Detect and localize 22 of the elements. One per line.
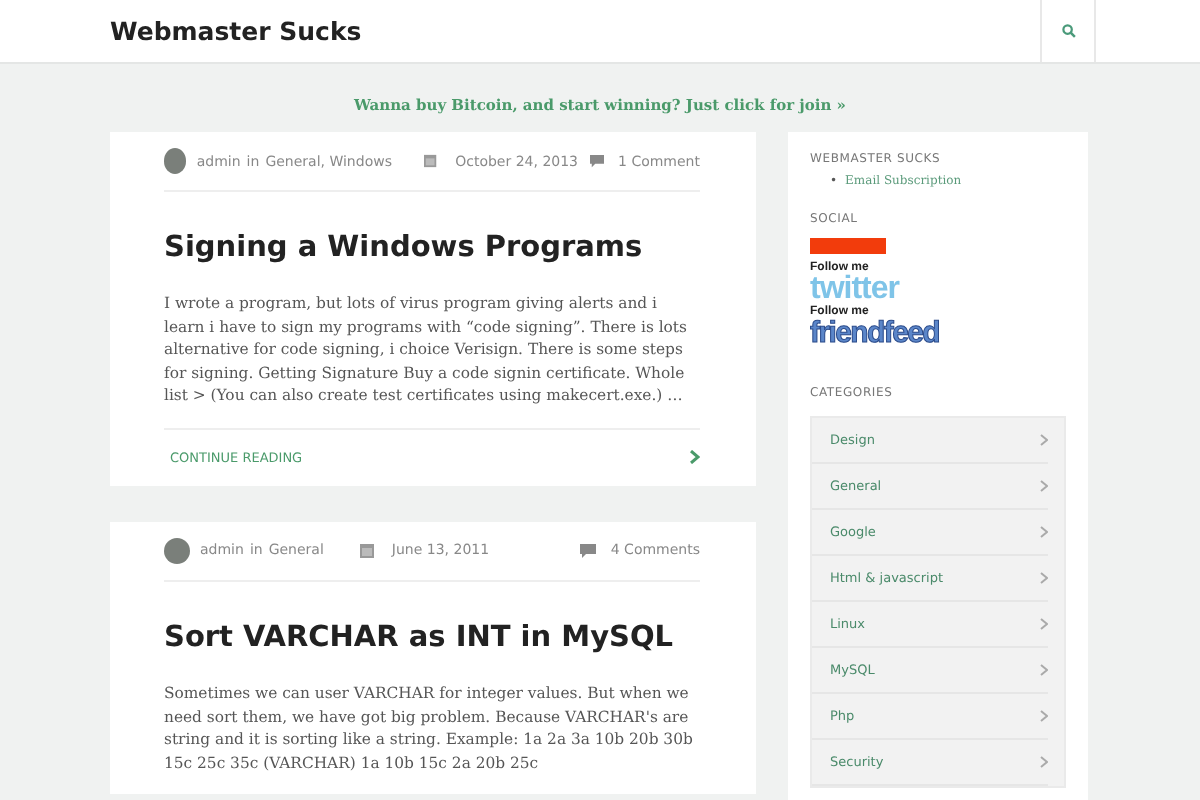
chevron-right-icon [1040, 572, 1048, 584]
chevron-right-icon [1040, 664, 1048, 676]
calendar-icon [359, 543, 374, 558]
chevron-right-icon [1040, 480, 1048, 492]
chevron-right-icon [1040, 618, 1048, 630]
chevron-right-icon [1040, 756, 1048, 768]
post-title[interactable]: Sort VARCHAR as INT in MySQL [164, 581, 700, 658]
author-avatar [164, 148, 187, 174]
author-avatar [164, 537, 190, 564]
comment-icon [580, 543, 597, 558]
search-icon [1061, 24, 1075, 38]
calendar-icon [424, 154, 438, 168]
chevron-right-icon [1040, 526, 1048, 538]
chevron-right-icon[interactable] [690, 450, 700, 465]
chevron-right-icon [1040, 434, 1048, 446]
social-badge-image[interactable] [810, 238, 886, 254]
social-logo[interactable]: friendfeed [810, 318, 1066, 350]
post-title[interactable]: Signing a Windows Programs [164, 192, 700, 268]
chevron-right-icon [1040, 710, 1048, 722]
social-logo[interactable]: twitter [810, 274, 1066, 306]
search-button[interactable] [1040, 0, 1096, 62]
comment-icon [590, 154, 605, 168]
